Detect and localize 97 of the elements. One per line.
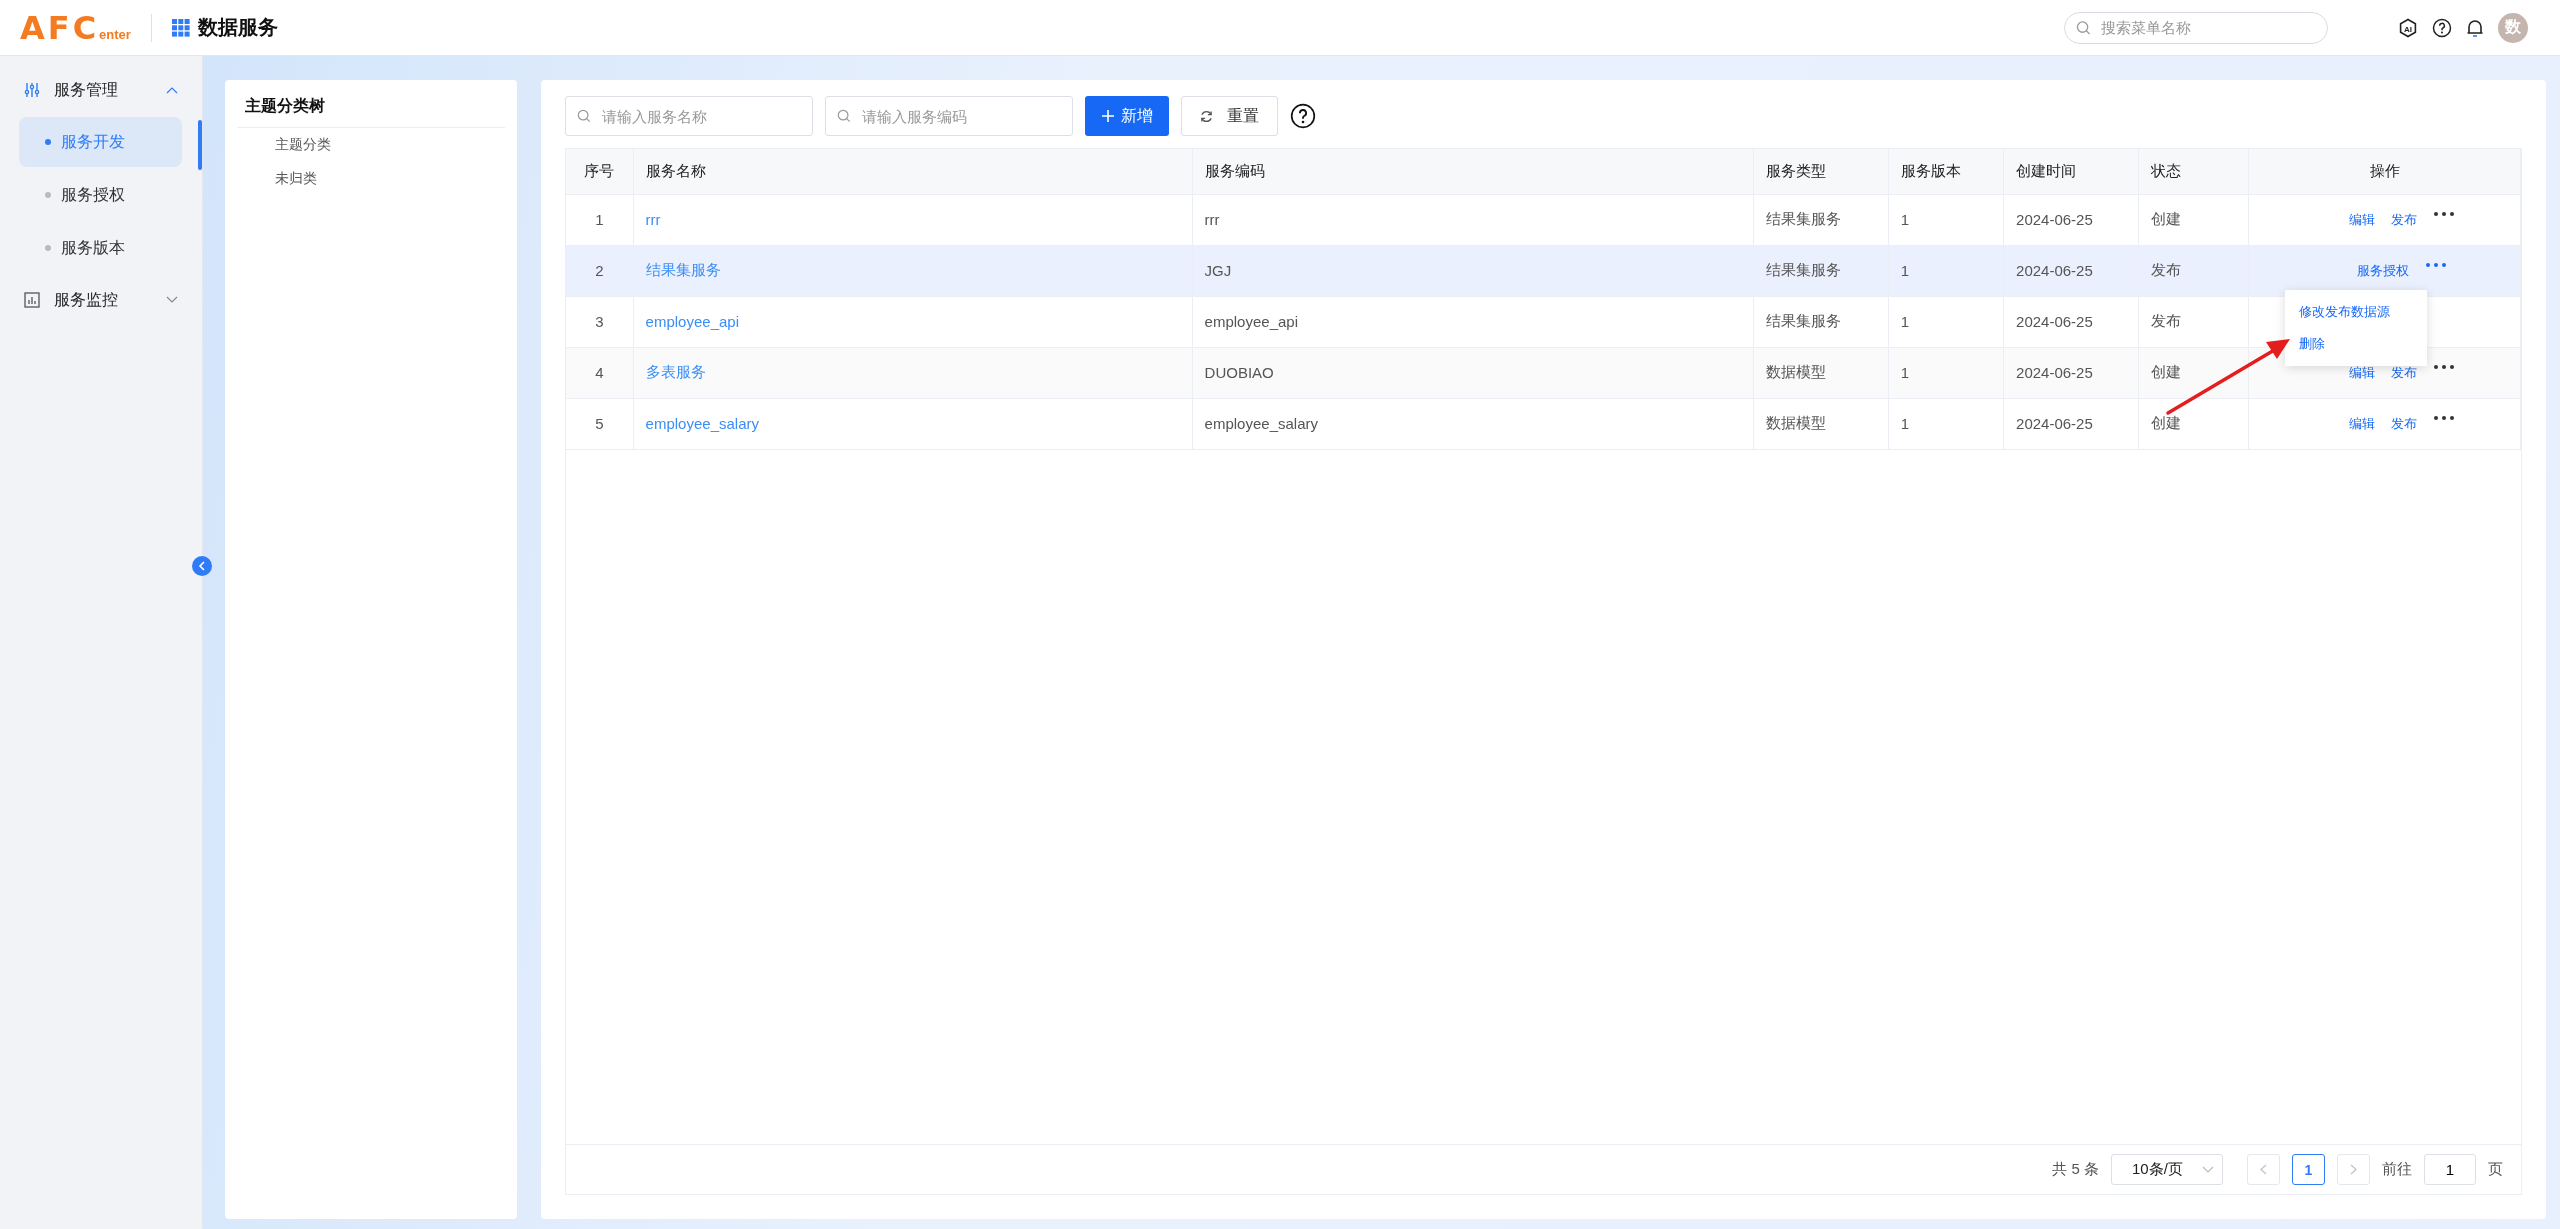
table-cell: 1: [1888, 398, 2004, 449]
table-cell: 结果集服务: [1753, 296, 1889, 347]
search-icon: [837, 109, 851, 123]
service-name-link[interactable]: employee_salary: [645, 415, 759, 432]
table-cell: 结果集服务: [1753, 245, 1889, 296]
ai-icon[interactable]: AI: [2398, 17, 2418, 38]
collapse-button[interactable]: [192, 556, 212, 576]
action-link[interactable]: 服务授权: [2356, 261, 2409, 280]
menu-item[interactable]: 服务授权: [19, 170, 182, 220]
table-cell: DUOBIAO: [1192, 347, 1754, 398]
table-cell: 5: [566, 398, 634, 449]
action-link[interactable]: 编辑: [2348, 414, 2375, 433]
menu-search-field[interactable]: 搜索菜单名称: [2064, 11, 2328, 44]
table-cell: 发布: [2138, 245, 2249, 296]
column-header: 创建时间: [2003, 149, 2139, 194]
action-link[interactable]: 编辑: [2348, 363, 2375, 382]
tree-node[interactable]: 主题分类: [237, 128, 505, 162]
more-icon[interactable]: [2432, 363, 2455, 370]
action-link[interactable]: 编辑: [2348, 210, 2375, 229]
table-cell: 2024-06-25: [2003, 194, 2139, 245]
chevron-right-icon: [2350, 1164, 2357, 1175]
active-indicator: [198, 120, 202, 170]
help-icon[interactable]: [2432, 17, 2452, 38]
more-icon[interactable]: [2432, 210, 2455, 217]
table-cell: 发布: [2138, 296, 2249, 347]
goto-page-field[interactable]: 1: [2424, 1154, 2476, 1185]
code-search-field[interactable]: 请输入服务编码: [825, 96, 1073, 136]
reset-button[interactable]: 重置: [1181, 96, 1278, 136]
table-cell: employee_salary: [1192, 398, 1754, 449]
chevron-icon: [166, 296, 178, 304]
column-header: 状态: [2138, 149, 2249, 194]
table-cell: 2024-06-25: [2003, 347, 2139, 398]
table-cell: JGJ: [1192, 245, 1754, 296]
menu-group[interactable]: 服务监控: [0, 276, 202, 324]
chevron-down-icon: [2202, 1166, 2214, 1173]
table-cell: rrr: [1192, 194, 1754, 245]
total-count: 共 5 条: [2052, 1160, 2099, 1179]
table-cell: 1: [1888, 347, 2004, 398]
chevron-left-icon: [198, 561, 206, 571]
help-icon[interactable]: [1290, 103, 1316, 129]
table-cell: 数据模型: [1753, 347, 1889, 398]
service-name-link[interactable]: 结果集服务: [645, 261, 721, 278]
refresh-icon: [1200, 109, 1213, 123]
page-button[interactable]: 1: [2292, 1154, 2325, 1185]
table-cell: 3: [566, 296, 634, 347]
more-icon[interactable]: [2432, 414, 2455, 421]
name-search-field[interactable]: 请输入服务名称: [565, 96, 813, 136]
table-cell: 1: [1888, 194, 2004, 245]
tree-title: 主题分类树: [237, 90, 505, 128]
afcenter-logo: AFCenter: [20, 8, 131, 47]
page-size-select[interactable]: 10条/页: [2111, 1154, 2223, 1185]
table-cell: 创建: [2138, 398, 2249, 449]
app-title: 数据服务: [197, 15, 278, 40]
table-cell: 4: [566, 347, 634, 398]
table-cell: 2024-06-25: [2003, 296, 2139, 347]
action-link[interactable]: 发布: [2390, 210, 2417, 229]
tree-node[interactable]: 未归类: [237, 162, 505, 196]
action-link[interactable]: 发布: [2390, 414, 2417, 433]
plus-icon: [1101, 109, 1115, 123]
table-row[interactable]: 5 employee_salary employee_salary 数据模型 1 2024-06-25 创建 编辑 发布: [566, 398, 2521, 449]
column-header: 服务编码: [1192, 149, 1754, 194]
menu-item[interactable]: 服务开发: [19, 117, 182, 167]
action-link[interactable]: 发布: [2390, 363, 2417, 382]
chart-icon: [24, 292, 40, 308]
search-icon: [577, 109, 591, 123]
chevron-icon: [166, 86, 178, 94]
menu-option[interactable]: 修改发布数据源: [2285, 295, 2428, 328]
table-cell: 结果集服务: [1753, 194, 1889, 245]
grid-icon[interactable]: [171, 18, 190, 37]
table-cell: 2024-06-25: [2003, 245, 2139, 296]
table-cell: employee_api: [1192, 296, 1754, 347]
table-cell: 创建: [2138, 194, 2249, 245]
menu-item[interactable]: 服务版本: [19, 223, 182, 273]
column-header: 序号: [566, 149, 634, 194]
table-row[interactable]: 1 rrr rrr 结果集服务 1 2024-06-25 创建 编辑 发布: [566, 194, 2521, 245]
column-header: 操作: [2248, 149, 2521, 194]
table-cell: 1: [1888, 245, 2004, 296]
table-cell: 创建: [2138, 347, 2249, 398]
sliders-icon: [24, 82, 40, 98]
table-cell: 2024-06-25: [2003, 398, 2139, 449]
service-name-link[interactable]: rrr: [645, 211, 661, 228]
column-header: 服务名称: [633, 149, 1193, 194]
goto-label: 前往: [2382, 1160, 2412, 1179]
table-cell: 1: [1888, 296, 2004, 347]
service-name-link[interactable]: 多表服务: [645, 363, 706, 380]
column-header: 服务类型: [1753, 149, 1889, 194]
table-cell: 2: [566, 245, 634, 296]
service-name-link[interactable]: employee_api: [645, 313, 739, 330]
search-icon: [2076, 20, 2091, 35]
table-cell: 数据模型: [1753, 398, 1889, 449]
add-button[interactable]: 新增: [1085, 96, 1169, 136]
column-header: 服务版本: [1888, 149, 2004, 194]
table-cell: 1: [566, 194, 634, 245]
chevron-left-icon: [2260, 1164, 2267, 1175]
page-unit: 页: [2488, 1160, 2503, 1179]
menu-group[interactable]: 服务管理: [0, 66, 202, 114]
bell-icon[interactable]: [2466, 17, 2484, 38]
